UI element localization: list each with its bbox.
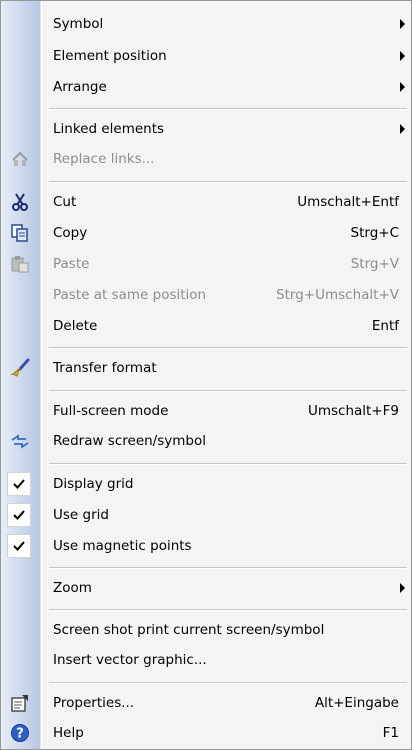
- menu-item-label: Paste: [53, 256, 90, 272]
- menu-item-shortcut: Umschalt+F9: [307, 403, 399, 419]
- menu-separator: [49, 390, 407, 392]
- help-icon: ?: [9, 722, 31, 744]
- menu-item-label: Replace links...: [53, 151, 155, 167]
- redraw-icon: [9, 430, 31, 452]
- menu-item-label: Copy: [53, 225, 88, 241]
- menu-item-label: Properties...: [53, 695, 135, 711]
- menu-item-zoom[interactable]: Zoom: [3, 573, 409, 603]
- menu-item-label: Help: [53, 725, 84, 741]
- menu-item-label: Paste at same position: [53, 287, 207, 303]
- menu-item-label: Cut: [53, 194, 77, 210]
- properties-icon: [9, 692, 31, 714]
- menu-item-replace-links: Replace links...: [3, 144, 409, 174]
- menu-separator: [49, 609, 407, 611]
- menu-separator: [49, 567, 407, 569]
- menu-item-shortcut: Strg+Umschalt+V: [276, 287, 399, 303]
- menu-separator: [49, 463, 407, 465]
- menu-item-label: Display grid: [53, 476, 134, 492]
- checkmark-icon: [7, 503, 31, 527]
- menu-item-copy[interactable]: Copy Strg+C: [3, 218, 409, 248]
- submenu-arrow-icon: [400, 82, 405, 92]
- menu-item-label: Transfer format: [53, 360, 157, 376]
- menu-item-label: Use grid: [53, 507, 109, 523]
- menu-item-label: Full-screen mode: [53, 403, 169, 419]
- menu-item-label: Zoom: [53, 580, 92, 596]
- menu-item-paste: Paste Strg+V: [3, 249, 409, 279]
- submenu-arrow-icon: [400, 51, 405, 61]
- menu-item-label: Element position: [53, 48, 167, 64]
- submenu-arrow-icon: [400, 19, 405, 29]
- scissors-icon: [9, 191, 31, 213]
- menu-separator: [49, 682, 407, 684]
- menu-item-label: Delete: [53, 318, 98, 334]
- submenu-arrow-icon: [400, 583, 405, 593]
- menu-item-arrange[interactable]: Arrange: [3, 72, 409, 102]
- menu-item-symbol[interactable]: Symbol: [3, 9, 409, 39]
- menu-item-shortcut: Entf: [371, 318, 399, 334]
- checkmark-icon: [7, 534, 31, 558]
- menu-separator: [49, 347, 407, 349]
- menu-item-linked-elements[interactable]: Linked elements: [3, 114, 409, 144]
- checkmark-icon: [7, 472, 31, 496]
- menu-item-use-magnetic-points[interactable]: Use magnetic points: [3, 531, 409, 561]
- copy-icon: [9, 222, 31, 244]
- menu-separator: [49, 181, 407, 183]
- menu-item-shortcut: Alt+Eingabe: [314, 695, 399, 711]
- menu-item-cut[interactable]: Cut Umschalt+Entf: [3, 187, 409, 217]
- menu-item-label: Screen shot print current screen/symbol: [53, 622, 325, 638]
- svg-text:?: ?: [16, 727, 24, 742]
- context-menu: Symbol Element position Arrange Linked e…: [0, 0, 412, 750]
- menu-item-shortcut: Umschalt+Entf: [297, 194, 399, 210]
- menu-item-help[interactable]: ? Help F1: [3, 718, 409, 748]
- menu-item-shortcut: Strg+C: [350, 225, 399, 241]
- menu-item-redraw[interactable]: Redraw screen/symbol: [3, 426, 409, 456]
- menu-item-screenshot-print[interactable]: Screen shot print current screen/symbol: [3, 615, 409, 645]
- menu-item-label: Arrange: [53, 79, 107, 95]
- menu-item-shortcut: Strg+V: [350, 256, 399, 272]
- menu-item-display-grid[interactable]: Display grid: [3, 469, 409, 499]
- menu-item-properties[interactable]: Properties... Alt+Eingabe: [3, 688, 409, 718]
- menu-item-element-position[interactable]: Element position: [3, 41, 409, 71]
- menu-item-delete[interactable]: Delete Entf: [3, 311, 409, 341]
- menu-item-label: Insert vector graphic...: [53, 652, 207, 668]
- replace-links-icon: [9, 148, 31, 170]
- submenu-arrow-icon: [400, 124, 405, 134]
- menu-item-label: Redraw screen/symbol: [53, 433, 206, 449]
- menu-item-label: Use magnetic points: [53, 538, 192, 554]
- menu-separator: [49, 108, 407, 110]
- menu-item-use-grid[interactable]: Use grid: [3, 500, 409, 530]
- menu-item-insert-vector-graphic[interactable]: Insert vector graphic...: [3, 645, 409, 675]
- menu-item-label: Linked elements: [53, 121, 165, 137]
- brush-icon: [9, 357, 31, 379]
- menu-item-transfer-format[interactable]: Transfer format: [3, 353, 409, 383]
- menu-item-paste-same-position: Paste at same position Strg+Umschalt+V: [3, 280, 409, 310]
- menu-item-full-screen[interactable]: Full-screen mode Umschalt+F9: [3, 396, 409, 426]
- paste-icon: [9, 253, 31, 275]
- menu-item-label: Symbol: [53, 16, 104, 32]
- menu-item-shortcut: F1: [382, 725, 399, 741]
